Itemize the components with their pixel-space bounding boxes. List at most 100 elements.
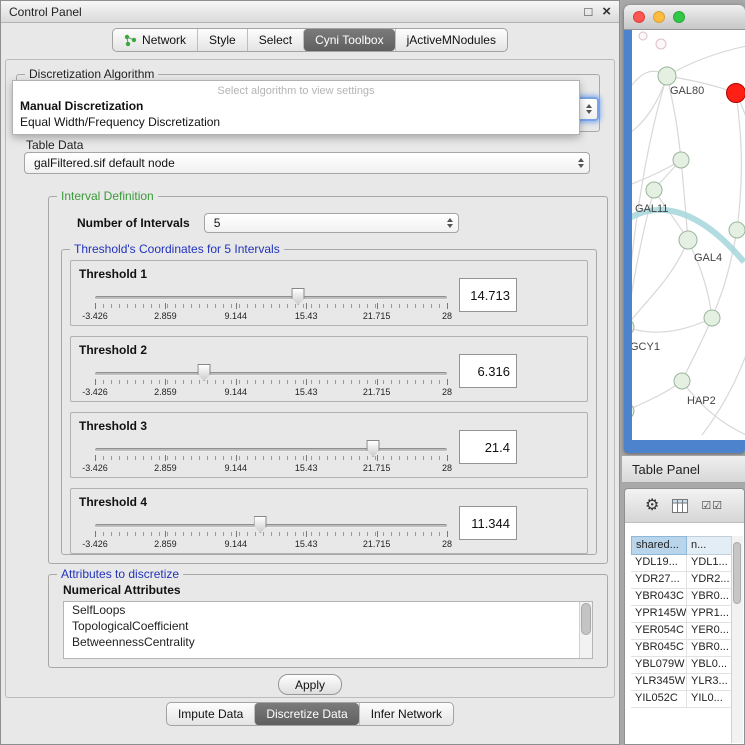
node[interactable]: [729, 222, 745, 238]
small-node[interactable]: [639, 32, 647, 40]
scrollbar-thumb[interactable]: [581, 603, 591, 635]
bottom-tab-bar: Impute Data Discretize Data Infer Networ…: [1, 702, 619, 726]
zoom-traffic-light-icon[interactable]: [673, 11, 685, 23]
table-row[interactable]: YDL19... YDL1...: [631, 555, 734, 572]
table-row[interactable]: YBR043C YBR0...: [631, 589, 734, 606]
minimize-traffic-light-icon[interactable]: [653, 11, 665, 23]
threshold-3-value-field[interactable]: 21.4: [459, 430, 517, 464]
node-label-gal4: GAL4: [694, 252, 722, 264]
attributes-scrollbar[interactable]: [579, 602, 592, 658]
network-icon: [124, 34, 137, 47]
float-window-icon[interactable]: □: [584, 5, 592, 18]
tab-infer-network[interactable]: Infer Network: [359, 703, 453, 725]
threshold-1-value-field[interactable]: 14.713: [459, 278, 517, 312]
select-columns-icon[interactable]: ☑☑: [701, 499, 723, 512]
threshold-4-slider[interactable]: -3.426 2.859 9.144 15.43 21.715 28: [95, 515, 447, 551]
apply-button[interactable]: Apply: [278, 674, 342, 695]
threshold-1-slider[interactable]: -3.426 2.859 9.144 15.43 21.715 28: [95, 287, 447, 323]
tab-impute-data[interactable]: Impute Data: [167, 703, 254, 725]
table-header-row: shared... n...: [631, 536, 734, 555]
slider-track[interactable]: [95, 296, 447, 300]
tab-style[interactable]: Style: [197, 29, 247, 51]
table-body: YDL19... YDL1... YDR27... YDR2... YBR043…: [631, 555, 734, 708]
node[interactable]: [632, 403, 634, 419]
tab-discretize-data[interactable]: Discretize Data: [254, 703, 358, 725]
table-data-combobox[interactable]: galFiltered.sif default node: [24, 152, 590, 174]
slider-ticks: [95, 456, 447, 460]
interval-definition-title: Interval Definition: [57, 189, 158, 203]
slider-track[interactable]: [95, 524, 447, 528]
network-canvas[interactable]: GAL80 GAL11 GAL4 GCY1 HAP2: [632, 30, 745, 440]
number-of-intervals-combobox[interactable]: 5: [204, 213, 459, 233]
table-row[interactable]: YLR345W YLR3...: [631, 674, 734, 691]
threshold-1-panel: Threshold 1 -3.426 2.859 9.144 15.43: [70, 260, 588, 326]
numerical-attributes-label: Numerical Attributes: [63, 583, 181, 597]
column-header-name[interactable]: n...: [687, 536, 734, 555]
slider-thumb[interactable]: [367, 440, 380, 457]
gear-icon[interactable]: ⚙: [645, 498, 659, 514]
slider-track[interactable]: [95, 448, 447, 452]
threshold-2-slider[interactable]: -3.426 2.859 9.144 15.43 21.715 28: [95, 363, 447, 399]
table-row[interactable]: YBR045C YBR0...: [631, 640, 734, 657]
threshold-2-panel: Threshold 2 -3.426 2.859 9.144 15.43: [70, 336, 588, 402]
combo-arrows-icon: [578, 158, 584, 168]
discretization-algorithm-group-title: Discretization Algorithm: [25, 67, 158, 81]
node-gal4[interactable]: [679, 231, 697, 249]
desktop: Control Panel □ × Network: [0, 0, 745, 745]
slider-thumb[interactable]: [292, 288, 305, 305]
combo-arrows-icon: [447, 218, 453, 228]
list-item[interactable]: TopologicalCoefficient: [64, 618, 592, 634]
slider-thumb[interactable]: [198, 364, 211, 381]
tab-cyni-toolbox[interactable]: Cyni Toolbox: [303, 29, 394, 51]
list-item[interactable]: SelfLoops: [64, 602, 592, 618]
node-label-gcy1: GCY1: [632, 341, 660, 353]
control-panel-titlebar[interactable]: Control Panel □ ×: [1, 1, 619, 23]
node-gal80[interactable]: [658, 67, 676, 85]
dropdown-option-manual-discretization[interactable]: Manual Discretization: [13, 98, 579, 114]
network-window-titlebar[interactable]: [624, 5, 745, 30]
threshold-2-value-field[interactable]: 6.316: [459, 354, 517, 388]
close-traffic-light-icon[interactable]: [633, 11, 645, 23]
control-panel-window: Control Panel □ × Network: [0, 0, 620, 745]
threshold-3-slider[interactable]: -3.426 2.859 9.144 15.43 21.715 28: [95, 439, 447, 475]
node[interactable]: [704, 310, 720, 326]
table-row[interactable]: YIL052C YIL0...: [631, 691, 734, 708]
number-of-intervals-label: Number of Intervals: [77, 216, 190, 230]
numerical-attributes-list: SelfLoops TopologicalCoefficient Between…: [63, 601, 593, 659]
slider-ticks: [95, 380, 447, 384]
tab-select[interactable]: Select: [247, 29, 303, 51]
node-gal11[interactable]: [646, 182, 662, 198]
slider-track[interactable]: [95, 372, 447, 376]
node-table-window: ⚙ ☑☑ shared... n... YDL19... YDL1... YDR…: [624, 488, 745, 745]
scrollbar-thumb[interactable]: [733, 542, 741, 604]
columns-icon[interactable]: [672, 499, 688, 513]
table-row[interactable]: YER054C YER0...: [631, 623, 734, 640]
thresholds-group: Threshold's Coordinates for 5 Intervals …: [61, 249, 597, 555]
window-title: Control Panel: [9, 5, 82, 19]
list-item[interactable]: BetweennessCentrality: [64, 634, 592, 650]
threshold-3-panel: Threshold 3 -3.426 2.859 9.144 15.43: [70, 412, 588, 478]
tab-network[interactable]: Network: [113, 29, 197, 51]
table-row[interactable]: YBL079W YBL0...: [631, 657, 734, 674]
close-icon[interactable]: ×: [602, 5, 611, 18]
node-gcy1[interactable]: [632, 319, 634, 335]
highlighted-node[interactable]: [727, 84, 745, 103]
node-label-hap2: HAP2: [687, 395, 716, 407]
table-panel-titlebar[interactable]: Table Panel: [622, 455, 745, 483]
dropdown-option-equal-width-frequency[interactable]: Equal Width/Frequency Discretization: [13, 114, 579, 130]
interval-definition-group: Interval Definition Number of Intervals …: [48, 196, 608, 564]
table-row[interactable]: YDR27... YDR2...: [631, 572, 734, 589]
node-hap2[interactable]: [674, 373, 690, 389]
table-toolbar: ⚙ ☑☑: [625, 489, 744, 523]
column-header-shared-name[interactable]: shared...: [631, 536, 687, 555]
node[interactable]: [673, 152, 689, 168]
threshold-4-value-field[interactable]: 11.344: [459, 506, 517, 540]
table-scrollbar[interactable]: [731, 536, 743, 743]
small-node[interactable]: [656, 39, 666, 49]
tab-jactivemnodules[interactable]: jActiveMNodules: [395, 29, 507, 51]
table-row[interactable]: YPR145W YPR1...: [631, 606, 734, 623]
combo-arrows-icon: [586, 104, 592, 114]
slider-thumb[interactable]: [254, 516, 267, 533]
top-tab-bar: Network Style Select Cyni Toolbox jActiv…: [1, 28, 619, 52]
tab-network-label: Network: [142, 33, 186, 47]
